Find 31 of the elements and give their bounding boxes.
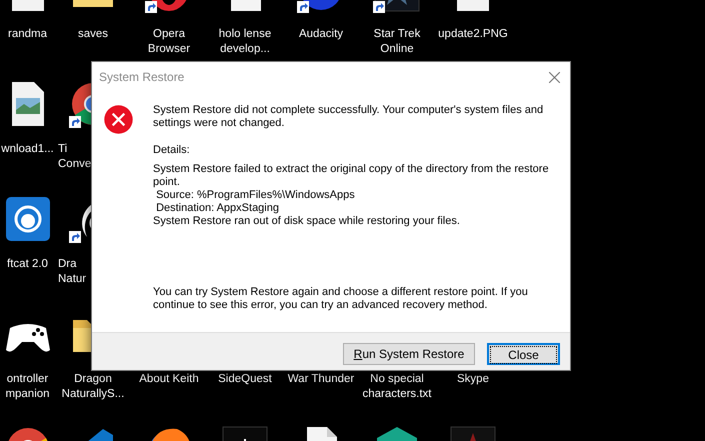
detail-text: System Restore failed to extract the original copy of the directory from the restore point. bbox=[153, 163, 550, 189]
advice-text: You can try System Restore again and choose a different restore point. If you continue to see this error, you can try an advanced recovery method. bbox=[153, 286, 529, 312]
detail-text: Destination: AppxStaging bbox=[155, 202, 280, 215]
icon-label[interactable]: War Thunder bbox=[288, 372, 354, 387]
error-message: System Restore did not complete successfully. Your computer's system files and settings were not changed. bbox=[153, 104, 544, 130]
icon-label[interactable]: Audacity bbox=[298, 27, 344, 42]
icon-label[interactable]: Skype bbox=[457, 372, 489, 387]
icon-label[interactable]: saves bbox=[78, 27, 108, 42]
icon-label[interactable]: Star Trek Online bbox=[374, 27, 420, 57]
icon-label[interactable]: Dra Natur bbox=[55, 257, 86, 287]
detail-text: System Restore ran out of disk space while restoring your files. bbox=[153, 215, 461, 228]
icon-label[interactable]: update2.PNG bbox=[438, 27, 508, 42]
cat-icon[interactable] bbox=[4, 195, 52, 243]
icon-label[interactable]: About Keith bbox=[139, 372, 199, 387]
icon-label[interactable]: No special characters.txt bbox=[362, 372, 432, 402]
detail-text: Source: %ProgramFiles%\WindowsApps bbox=[155, 189, 356, 202]
dialog-button[interactable]: Run System Restore bbox=[343, 343, 475, 365]
icon-label[interactable]: Ti Conve bbox=[55, 142, 92, 172]
icon-label[interactable]: holo lense develop... bbox=[218, 27, 272, 57]
icon-label[interactable]: wnload1... bbox=[1, 142, 54, 157]
icon-label[interactable]: SideQuest bbox=[218, 372, 272, 387]
icon-label[interactable]: ontroller mpanion bbox=[5, 372, 50, 402]
icon-label[interactable]: Opera Browser bbox=[148, 27, 190, 57]
close-button[interactable] bbox=[547, 70, 562, 84]
icon-label[interactable]: randma bbox=[8, 27, 47, 42]
icon-label[interactable]: ftcat 2.0 bbox=[7, 257, 48, 272]
details-heading: Details: bbox=[153, 144, 191, 157]
window-title: System Restore bbox=[99, 70, 184, 84]
dialog-button[interactable]: Close bbox=[487, 343, 560, 365]
error-icon bbox=[103, 104, 134, 135]
icon-label[interactable]: Dragon NaturallyS... bbox=[62, 372, 124, 402]
